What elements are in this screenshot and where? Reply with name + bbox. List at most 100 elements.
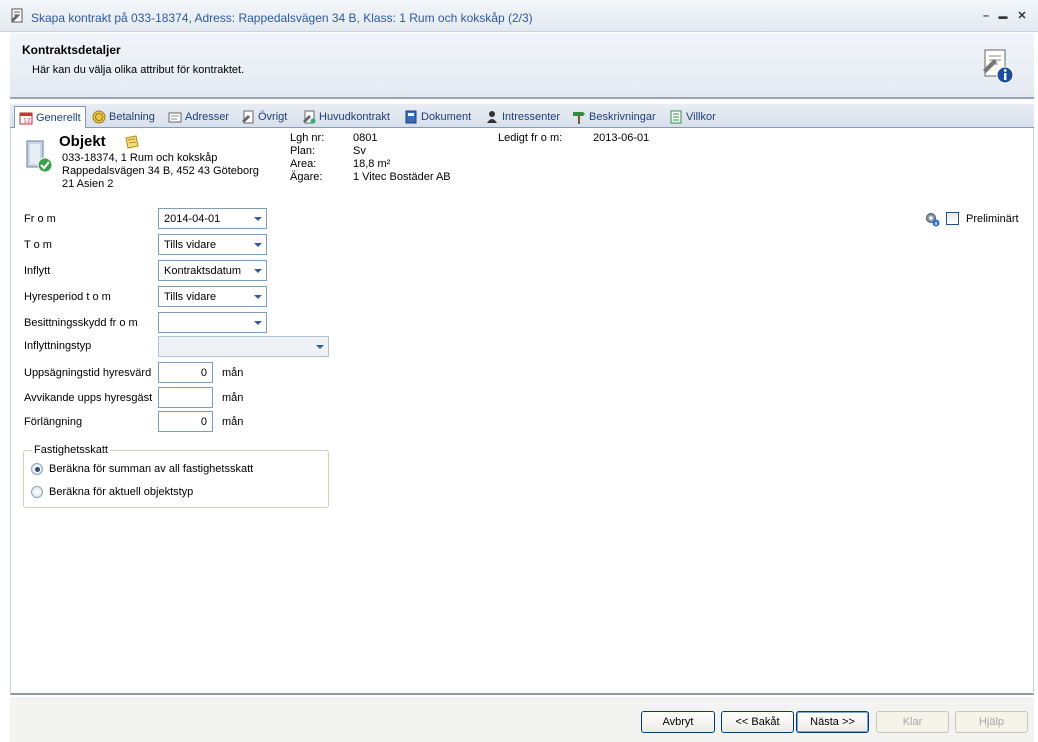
- chevron-down-icon[interactable]: [254, 295, 262, 299]
- contract-app-icon: [11, 8, 23, 23]
- window-titlebar: Skapa kontrakt på 033-18374, Adress: Rap…: [0, 0, 1038, 32]
- tax-all-radio[interactable]: [31, 463, 43, 475]
- tab-beskrivningar[interactable]: Beskrivningar: [568, 106, 660, 128]
- coin-icon: [92, 110, 106, 124]
- tax-current-radio[interactable]: [31, 486, 43, 498]
- move-in-label: Inflytt: [24, 265, 51, 277]
- tax-current-label[interactable]: Beräkna för aktuell objektstyp: [49, 486, 193, 498]
- notice-tenant-input[interactable]: [158, 387, 213, 408]
- combo-value: Tills vidare: [164, 239, 217, 251]
- chevron-down-icon[interactable]: [254, 217, 262, 221]
- field-value: 18,8 m²: [353, 158, 391, 170]
- tab-dokument[interactable]: Dokument: [400, 106, 475, 128]
- tab-label: Villkor: [686, 111, 716, 123]
- from-date-combo[interactable]: 2014-04-01: [158, 208, 267, 229]
- rent-period-combo[interactable]: Tills vidare: [158, 286, 267, 307]
- main-contract-icon: [303, 110, 316, 124]
- field-label: Area:: [290, 158, 317, 170]
- chevron-down-icon[interactable]: [254, 269, 262, 273]
- checklist-icon: [670, 110, 682, 124]
- combo-value: Kontraktsdatum: [164, 265, 242, 277]
- close-button[interactable]: ✕: [1015, 9, 1029, 23]
- to-date-combo[interactable]: Tills vidare: [158, 234, 267, 255]
- tab-huvudkontrakt[interactable]: Huvudkontrakt: [298, 106, 394, 128]
- tab-label: Betalning: [109, 111, 155, 123]
- preliminary-checkbox[interactable]: [946, 212, 959, 225]
- field-value: 0801: [353, 132, 378, 144]
- property-tax-group: Fastighetsskatt Beräkna för summan av al…: [23, 444, 329, 508]
- page-subtitle: Här kan du välja olika attribut för kont…: [32, 64, 245, 76]
- tab-label: Adresser: [185, 111, 230, 123]
- tab-villkor[interactable]: Villkor: [665, 106, 720, 128]
- object-line: 033-18374, 1 Rum och kokskåp: [62, 152, 218, 164]
- unit-label: mån: [222, 367, 244, 379]
- gear-info-icon: [926, 213, 940, 227]
- note-icon[interactable]: [124, 135, 140, 149]
- from-label: Fr o m: [24, 213, 56, 225]
- page-title: Kontraktsdetaljer: [22, 43, 121, 57]
- field-label: Ägare:: [290, 171, 323, 183]
- tab-betalning[interactable]: Betalning: [88, 106, 159, 128]
- notice-landlord-input[interactable]: 0: [158, 362, 213, 383]
- tab-label: Dokument: [421, 111, 472, 123]
- window-title: Skapa kontrakt på 033-18374, Adress: Rap…: [31, 11, 533, 25]
- tab-label: Beskrivningar: [589, 111, 656, 123]
- available-label: Ledigt fr o m:: [498, 132, 563, 144]
- notice-tenant-label: Avvikande upps hyresgäst: [24, 392, 153, 404]
- address-card-icon: [168, 112, 182, 123]
- protection-label: Besittningsskydd fr o m: [24, 317, 138, 329]
- document-pen-icon: [242, 110, 254, 124]
- chevron-down-icon[interactable]: [254, 321, 262, 325]
- field-label: Lgh nr:: [290, 132, 325, 144]
- finish-button[interactable]: Klar: [876, 711, 949, 733]
- tab-intressenter[interactable]: Intressenter: [481, 106, 564, 128]
- chevron-down-icon[interactable]: [254, 243, 262, 247]
- tax-all-label[interactable]: Beräkna för summan av all fastighetsskat…: [49, 463, 253, 475]
- wizard-header: Kontraktsdetaljer Här kan du välja olika…: [10, 33, 1034, 99]
- field-value: 1 Vitec Bostäder AB: [353, 171, 451, 183]
- svg-text:12: 12: [23, 118, 31, 125]
- next-button[interactable]: Nästa >>: [796, 711, 869, 733]
- unit-label: mån: [222, 416, 244, 428]
- tab-label: Intressenter: [502, 111, 561, 123]
- object-field-labels: Lgh nr: Plan: Area: Ägare:: [290, 132, 324, 184]
- move-in-combo[interactable]: Kontraktsdatum: [158, 260, 267, 281]
- extension-input[interactable]: 0: [158, 411, 213, 432]
- tab-content-generellt: Objekt 033-18374, 1 Rum och kokskåp Rapp…: [10, 128, 1034, 695]
- object-address: 033-18374, 1 Rum och kokskåp Rappedalsvä…: [62, 152, 259, 191]
- available-value: 2013-06-01: [593, 132, 650, 144]
- tab-adresser[interactable]: Adresser: [164, 106, 233, 128]
- tab-bar: 12 Generellt Betalning Adresser Övrigt H…: [10, 104, 1034, 129]
- combo-value: 2014-04-01: [164, 213, 221, 225]
- person-icon: [487, 111, 497, 123]
- rent-period-label: Hyresperiod t o m: [24, 291, 111, 303]
- input-value: 0: [200, 416, 207, 428]
- tab-label: Övrigt: [258, 111, 288, 123]
- object-ok-icon: [26, 140, 53, 173]
- to-label: T o m: [24, 239, 52, 251]
- extension-label: Förlängning: [24, 416, 83, 428]
- protection-combo[interactable]: [158, 312, 267, 333]
- signpost-icon: [573, 112, 585, 124]
- unit-label: mån: [222, 392, 244, 404]
- help-button[interactable]: Hjälp: [955, 711, 1028, 733]
- binder-icon: [405, 110, 417, 124]
- object-title: Objekt: [59, 133, 106, 150]
- field-value: Sv: [353, 145, 366, 157]
- back-button[interactable]: << Bakåt: [721, 711, 794, 733]
- move-in-type-combo[interactable]: [158, 336, 329, 357]
- tab-ovrigt[interactable]: Övrigt: [237, 106, 291, 128]
- tab-generellt[interactable]: 12 Generellt: [14, 106, 86, 129]
- tab-label: Huvudkontrakt: [319, 111, 390, 123]
- maximize-button[interactable]: ▬: [996, 9, 1010, 23]
- tab-label: Generellt: [36, 112, 81, 124]
- object-line: 21 Asien 2: [62, 178, 114, 190]
- minimize-button[interactable]: –: [979, 9, 993, 23]
- object-field-values: 0801 Sv 18,8 m² 1 Vitec Bostäder AB: [353, 132, 451, 184]
- object-line: Rappedalsvägen 34 B, 452 43 Göteborg: [62, 165, 259, 177]
- wizard-footer: Avbryt << Bakåt Nästa >> Klar Hjälp: [10, 697, 1034, 742]
- cancel-button[interactable]: Avbryt: [641, 711, 715, 733]
- notice-landlord-label: Uppsägningstid hyresvärd: [24, 367, 152, 379]
- combo-value: Tills vidare: [164, 291, 217, 303]
- chevron-down-icon[interactable]: [316, 345, 324, 349]
